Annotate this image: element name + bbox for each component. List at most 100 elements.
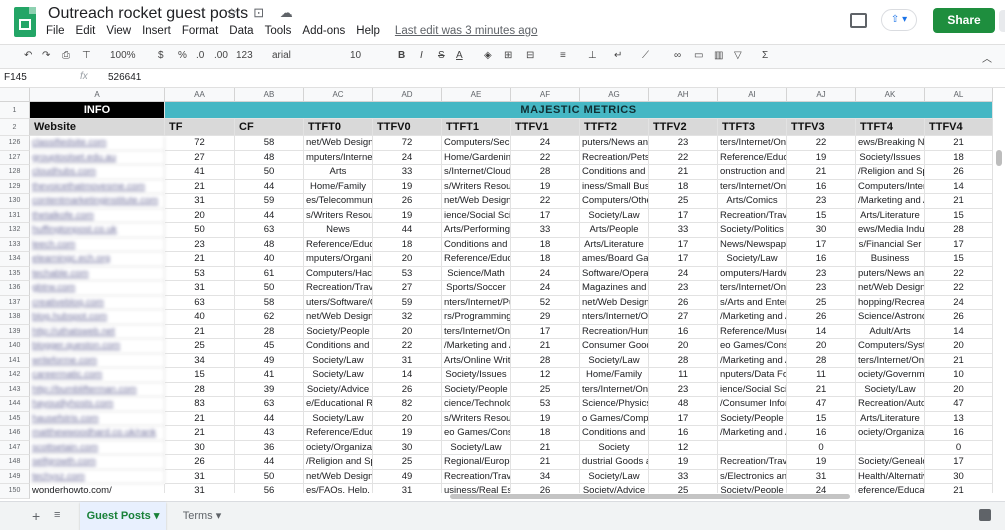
table-cell[interactable]: 17: [925, 237, 993, 252]
table-cell[interactable]: Home/Family: [580, 368, 649, 383]
table-cell[interactable]: 63: [235, 397, 304, 412]
table-cell[interactable]: 28: [787, 353, 856, 368]
table-cell[interactable]: 19: [511, 411, 580, 426]
table-cell[interactable]: 24: [373, 150, 442, 165]
table-cell[interactable]: 23: [649, 136, 718, 151]
menu-file[interactable]: File: [46, 25, 65, 37]
website-cell[interactable]: techyxz.com: [30, 469, 165, 484]
table-cell[interactable]: 21: [165, 324, 235, 339]
website-cell[interactable]: huffingtonpost.co.uk: [30, 223, 165, 238]
table-cell[interactable]: ters/Internet/On th: [718, 136, 787, 151]
menu-format[interactable]: Format: [182, 25, 218, 37]
increase-decimal-button[interactable]: .00: [214, 50, 228, 61]
menu-insert[interactable]: Insert: [142, 25, 171, 37]
table-cell[interactable]: Society/Law: [580, 208, 649, 223]
table-cell[interactable]: 53: [373, 266, 442, 281]
table-cell[interactable]: 26: [373, 382, 442, 397]
table-cell[interactable]: s/Arts and Entert: [718, 295, 787, 310]
table-cell[interactable]: Society/Issues: [856, 150, 925, 165]
table-cell[interactable]: News: [304, 223, 373, 238]
table-cell[interactable]: 40: [235, 252, 304, 267]
table-cell[interactable]: 25: [511, 382, 580, 397]
website-cell[interactable]: leech.com: [30, 237, 165, 252]
table-cell[interactable]: Society/Law: [304, 368, 373, 383]
table-cell[interactable]: cience/Technolog: [442, 397, 511, 412]
table-cell[interactable]: Recreation/Humo: [580, 324, 649, 339]
column-title-ttfv1[interactable]: TTFV1: [511, 119, 580, 136]
table-cell[interactable]: 48: [649, 397, 718, 412]
horizontal-scrollbar[interactable]: [30, 493, 993, 501]
table-cell[interactable]: 63: [165, 295, 235, 310]
row-header[interactable]: 133: [0, 237, 30, 252]
bold-button[interactable]: B: [398, 50, 405, 61]
table-cell[interactable]: 59: [235, 194, 304, 209]
vertical-scroll-thumb[interactable]: [996, 150, 1002, 166]
menu-data[interactable]: Data: [229, 25, 253, 37]
table-cell[interactable]: rs/Programming/L: [442, 310, 511, 325]
table-cell[interactable]: 26: [165, 455, 235, 470]
row-header[interactable]: 2: [0, 119, 30, 136]
table-cell[interactable]: 16: [787, 426, 856, 441]
insert-comment-icon[interactable]: ▭: [694, 50, 703, 61]
table-cell[interactable]: 50: [235, 469, 304, 484]
table-cell[interactable]: /Religion and Spi: [304, 455, 373, 470]
row-header[interactable]: 126: [0, 136, 30, 151]
website-cell[interactable]: cloudhubs.com: [30, 165, 165, 180]
table-cell[interactable]: Software/Operati: [580, 266, 649, 281]
text-wrap-icon[interactable]: ↵: [614, 50, 622, 61]
add-sheet-icon[interactable]: +: [32, 508, 40, 524]
table-cell[interactable]: /Religion and Spi: [856, 165, 925, 180]
table-cell[interactable]: News/Newspapers: [718, 237, 787, 252]
table-cell[interactable]: 29: [511, 310, 580, 325]
table-cell[interactable]: ters/Internet/On th: [442, 324, 511, 339]
table-cell[interactable]: 48: [235, 237, 304, 252]
table-cell[interactable]: nters/Internet/Publ: [442, 295, 511, 310]
table-cell[interactable]: 0: [925, 440, 993, 455]
table-cell[interactable]: 14: [373, 368, 442, 383]
table-cell[interactable]: 18: [511, 237, 580, 252]
info-header-cell[interactable]: INFO: [30, 102, 165, 119]
table-cell[interactable]: /Marketing and Ad: [718, 310, 787, 325]
table-cell[interactable]: 16: [925, 426, 993, 441]
column-title-ttfv0[interactable]: TTFV0: [373, 119, 442, 136]
table-cell[interactable]: Recreation/Trave: [718, 208, 787, 223]
horizontal-scroll-thumb[interactable]: [450, 494, 850, 499]
column-header-ae[interactable]: AE: [442, 88, 511, 102]
table-cell[interactable]: 14: [925, 179, 993, 194]
table-cell[interactable]: o Games/Comput: [580, 411, 649, 426]
table-cell[interactable]: mputers/Organizat: [304, 252, 373, 267]
column-header-ai[interactable]: AI: [718, 88, 787, 102]
table-cell[interactable]: Computers/System: [856, 339, 925, 354]
column-header-ad[interactable]: AD: [373, 88, 442, 102]
table-cell[interactable]: 34: [511, 469, 580, 484]
table-cell[interactable]: 26: [925, 310, 993, 325]
document-title[interactable]: Outreach rocket guest posts: [48, 5, 248, 23]
table-cell[interactable]: 44: [235, 208, 304, 223]
table-cell[interactable]: 27: [373, 281, 442, 296]
table-cell[interactable]: Recreation/Pets: [580, 150, 649, 165]
column-title-website[interactable]: Website: [30, 119, 165, 136]
row-header[interactable]: 141: [0, 353, 30, 368]
redo-icon[interactable]: ↷: [42, 50, 50, 61]
tab-terms[interactable]: Terms ▾: [172, 502, 232, 530]
table-cell[interactable]: Arts/People: [580, 223, 649, 238]
row-header[interactable]: 127: [0, 150, 30, 165]
table-cell[interactable]: 36: [235, 440, 304, 455]
row-header[interactable]: 134: [0, 252, 30, 267]
table-cell[interactable]: 20: [373, 324, 442, 339]
sheets-logo-icon[interactable]: [14, 7, 36, 37]
row-header[interactable]: 142: [0, 368, 30, 383]
table-cell[interactable]: 26: [787, 310, 856, 325]
table-cell[interactable]: Reference/Educatio: [718, 150, 787, 165]
column-header-ak[interactable]: AK: [856, 88, 925, 102]
table-cell[interactable]: puters/News and I: [856, 266, 925, 281]
row-header[interactable]: 143: [0, 382, 30, 397]
menu-edit[interactable]: Edit: [76, 25, 96, 37]
column-header-ab[interactable]: AB: [235, 88, 304, 102]
table-cell[interactable]: ociety/Governme: [856, 368, 925, 383]
table-cell[interactable]: 40: [165, 310, 235, 325]
table-cell[interactable]: omputers/Hardwa: [718, 266, 787, 281]
table-cell[interactable]: Arts/Comics: [718, 194, 787, 209]
table-cell[interactable]: net/Web Design a: [304, 469, 373, 484]
table-cell[interactable]: Science/Physics: [580, 397, 649, 412]
